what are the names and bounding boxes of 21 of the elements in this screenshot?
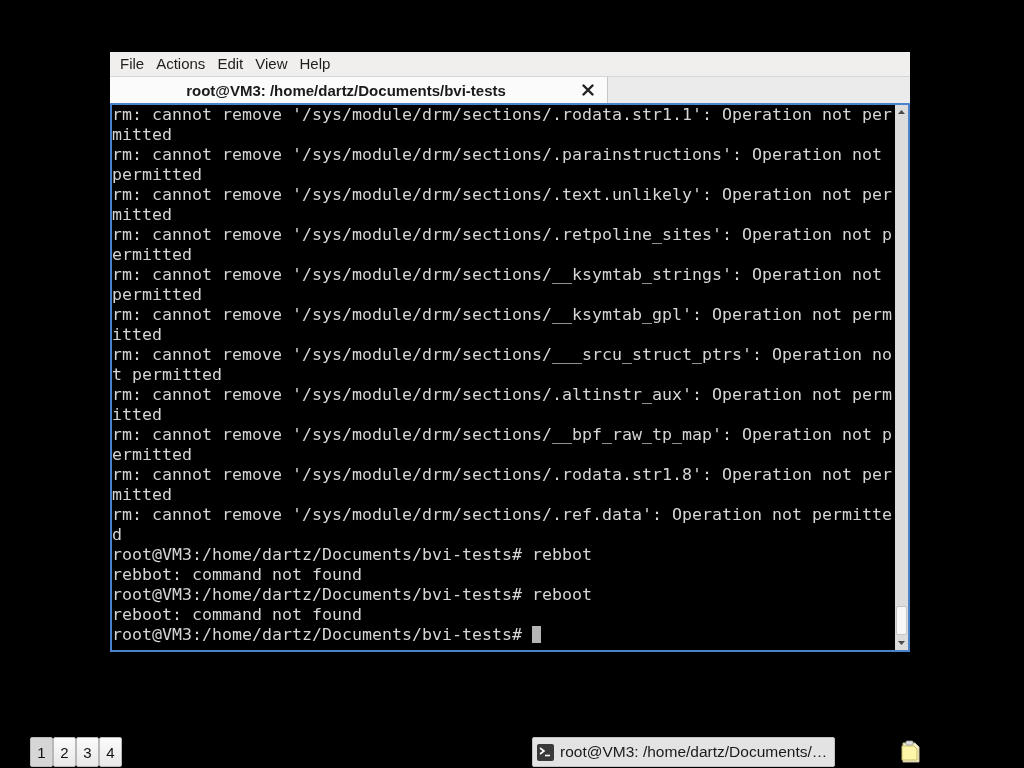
notes-icon[interactable] — [900, 740, 921, 763]
menu-item[interactable]: File — [114, 53, 151, 75]
close-icon[interactable] — [582, 84, 594, 96]
workspace-button[interactable]: 3 — [76, 737, 99, 767]
terminal-line: root@VM3:/home/dartz/Documents/bvi-tests# reboot — [112, 585, 592, 604]
workspace-button[interactable]: 2 — [53, 737, 76, 767]
menu-item[interactable]: Edit — [211, 53, 250, 75]
menu-item[interactable]: Help — [293, 53, 337, 75]
terminal-icon — [537, 743, 554, 761]
terminal-line: root@VM3:/home/dartz/Documents/bvi-tests# rebbot — [112, 545, 592, 564]
workspace-button[interactable]: 4 — [99, 737, 122, 767]
scrollbar-thumb[interactable] — [896, 606, 907, 635]
taskbar-button[interactable]: root@VM3: /home/dartz/Documents/… — [532, 737, 835, 767]
terminal-line: root@VM3:/home/dartz/Documents/bvi-tests# — [112, 625, 522, 644]
terminal-tab[interactable]: root@VM3: /home/dartz/Documents/bvi-tests — [110, 77, 608, 103]
menu-item[interactable]: Actions — [150, 53, 212, 75]
workspace-button[interactable]: 1 — [30, 737, 53, 767]
terminal-line: reboot: command not found — [112, 605, 362, 624]
menu-item[interactable]: View — [249, 53, 294, 75]
terminal-line: rebbot: command not found — [112, 565, 362, 584]
scrollbar[interactable] — [895, 105, 908, 650]
